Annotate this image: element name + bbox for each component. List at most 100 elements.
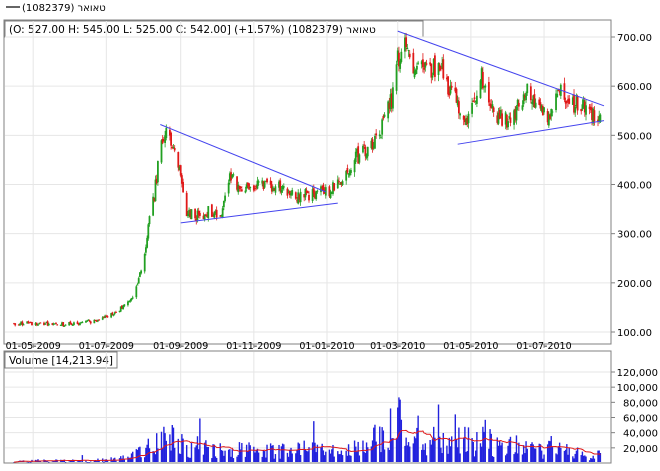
volume-bar [254, 452, 256, 462]
candle-body [395, 64, 398, 91]
volume-bar [476, 432, 478, 462]
candle-body [210, 204, 213, 217]
volume-bar [139, 446, 141, 462]
candle-body [222, 200, 225, 208]
volume-bar [590, 458, 592, 462]
volume-bar [550, 436, 552, 462]
candle-body [473, 97, 476, 99]
candle-body [88, 320, 91, 322]
volume-bar [434, 437, 436, 462]
volume-bar [375, 441, 377, 462]
candle-body [412, 52, 415, 74]
volume-bar [76, 461, 79, 462]
volume-bar [355, 446, 357, 462]
candle-body [406, 47, 409, 50]
volume-bar [187, 456, 189, 462]
candle-body [173, 148, 176, 151]
volume-bar [425, 455, 428, 462]
volume-bar [253, 446, 255, 462]
candle-body [423, 67, 426, 70]
volume-bar [574, 453, 576, 462]
volume-bar [214, 456, 217, 462]
candle-body [400, 51, 403, 62]
volume-bar [207, 446, 209, 462]
candle-body [557, 90, 560, 92]
volume-bar [598, 450, 600, 462]
volume-bar [87, 462, 90, 463]
candle-body [160, 140, 163, 163]
volume-bar [514, 452, 516, 462]
candle-body [194, 208, 196, 219]
candle-body [71, 324, 74, 326]
price-tick-label: 600.00 [617, 82, 652, 93]
volume-bar [429, 440, 431, 462]
volume-bar [479, 443, 482, 462]
candle-body [170, 132, 172, 146]
candle-body [341, 181, 344, 186]
volume-bar [188, 457, 190, 462]
candle-body [252, 185, 255, 191]
volume-bar [454, 414, 457, 462]
volume-bar [349, 455, 351, 462]
date-tick-label: 01-07-2010 [516, 341, 571, 352]
volume-bar [558, 442, 561, 462]
candle-body [442, 59, 445, 79]
candle-body [127, 301, 129, 306]
candle-body [457, 101, 460, 114]
candle-body [576, 96, 579, 111]
candle-body [86, 320, 89, 322]
candle-body [529, 86, 532, 101]
volume-bar [164, 433, 166, 462]
candle-body [185, 192, 188, 217]
price-tick-label: 400.00 [617, 181, 652, 192]
volume-bar [287, 456, 290, 462]
volume-bar [303, 440, 305, 462]
volume-bar [337, 451, 339, 462]
volume-bar [339, 454, 341, 462]
volume-bar [507, 445, 509, 462]
volume-bar [439, 436, 441, 462]
volume-bar [572, 456, 574, 462]
volume-bar [144, 457, 146, 462]
volume-bar [286, 452, 289, 462]
volume-bar [455, 439, 458, 462]
volume-bar [212, 444, 214, 462]
candle-body [294, 192, 297, 199]
candle-body [329, 191, 332, 198]
candle-body [19, 323, 21, 326]
candle-body [434, 55, 436, 77]
volume-bar [467, 427, 470, 462]
candle-body [147, 224, 150, 239]
candle-body [136, 284, 139, 286]
volume-bar [381, 427, 383, 462]
candle-body [44, 323, 47, 325]
candle-body [145, 247, 147, 253]
candle-body [263, 181, 266, 188]
candle-body [338, 181, 340, 183]
volume-bar [389, 408, 392, 462]
volume-bar [165, 440, 167, 462]
candle-body [190, 209, 193, 220]
candle-body [440, 67, 442, 70]
candle-body [248, 183, 250, 190]
volume-bar [395, 438, 398, 462]
candle-body [350, 170, 352, 173]
candle-body [467, 113, 470, 124]
volume-tick-label: 60,000 [623, 414, 658, 425]
volume-tick-label: 20,000 [623, 444, 658, 455]
volume-bar [307, 451, 309, 462]
volume-bar [533, 448, 536, 462]
volume-bar [504, 455, 507, 462]
volume-bar [154, 454, 157, 462]
volume-bar [532, 444, 534, 462]
volume-bar [156, 433, 158, 462]
volume-bar [296, 449, 298, 462]
date-tick-label: 01-09-2009 [153, 341, 208, 352]
volume-bar [88, 462, 91, 463]
candle-body [207, 206, 210, 219]
volume-bar [424, 443, 427, 462]
volume-bar [103, 462, 105, 463]
volume-bar [466, 450, 468, 462]
volume-bar [549, 441, 551, 462]
volume-bar [329, 453, 332, 462]
